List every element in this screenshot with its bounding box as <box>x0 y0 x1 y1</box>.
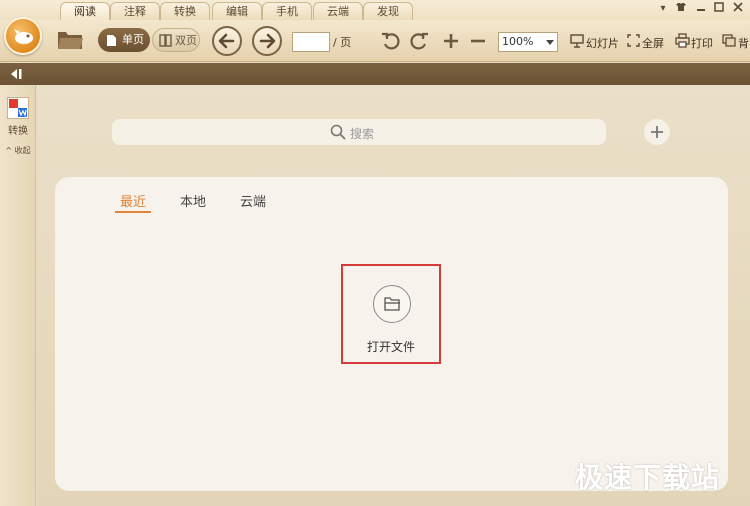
add-button[interactable] <box>644 119 670 145</box>
page-suffix: / 页 <box>333 36 352 49</box>
double-page-icon <box>159 34 172 47</box>
toolbar: 单页 双页 / 页 100% 幻灯片 全屏 打印 背 <box>0 17 750 62</box>
left-sidebar: 转换 ^ 收起 <box>0 85 36 506</box>
app-logo-icon[interactable] <box>4 17 42 55</box>
folder-icon <box>384 297 400 311</box>
forward-arrow-icon <box>259 33 276 49</box>
tab-cloud-files[interactable]: 云端 <box>240 191 266 210</box>
convert-label[interactable]: 转换 <box>0 122 36 137</box>
zoom-out-icon[interactable] <box>469 32 487 53</box>
rotate-left-icon[interactable] <box>381 31 401 54</box>
tab-annotate[interactable]: 注释 <box>110 2 160 20</box>
open-file-button[interactable]: 打开文件 <box>341 264 441 364</box>
menu-icon[interactable]: ▾ <box>656 2 670 16</box>
tab-convert[interactable]: 转换 <box>160 2 210 20</box>
active-tab-underline <box>115 211 151 213</box>
fullscreen-button[interactable]: 全屏 <box>642 35 664 51</box>
folder-open-icon[interactable] <box>56 28 84 55</box>
minimize-icon[interactable] <box>694 2 708 16</box>
search-icon <box>330 124 346 140</box>
tab-local[interactable]: 本地 <box>180 191 206 210</box>
file-panel: 最近 本地 云端 打开文件 <box>55 177 728 491</box>
zoom-value: 100% <box>502 35 534 48</box>
zoom-select[interactable]: 100% <box>498 32 558 52</box>
back-button[interactable] <box>212 26 242 56</box>
back-arrow-icon <box>218 33 235 49</box>
tab-mobile[interactable]: 手机 <box>262 2 312 20</box>
tab-discover[interactable]: 发现 <box>363 2 413 20</box>
add-icon <box>651 126 663 138</box>
fullscreen-icon[interactable] <box>627 34 640 50</box>
convert-icon[interactable] <box>7 97 29 119</box>
tab-cloud[interactable]: 云端 <box>313 2 363 20</box>
maximize-icon[interactable] <box>712 2 726 16</box>
collapse-label: 收起 <box>14 146 31 155</box>
slideshow-icon[interactable] <box>570 34 584 51</box>
background-button[interactable]: 背 <box>738 35 749 51</box>
print-icon[interactable] <box>675 33 690 51</box>
open-file-circle <box>373 285 411 323</box>
single-page-label: 单页 <box>122 33 144 46</box>
sidebar-header-bar <box>0 63 750 85</box>
search-bar[interactable]: 搜索 <box>112 119 606 145</box>
tab-edit[interactable]: 编辑 <box>212 2 262 20</box>
tab-read[interactable]: 阅读 <box>60 2 110 20</box>
rotate-right-icon[interactable] <box>409 31 429 54</box>
double-page-label: 双页 <box>175 34 197 47</box>
collapse-sidebar-icon[interactable] <box>10 68 24 83</box>
single-page-button[interactable]: 单页 <box>98 28 150 52</box>
open-file-label: 打开文件 <box>366 340 415 354</box>
page-number-input[interactable] <box>292 32 330 52</box>
collapse-button[interactable]: ^ 收起 <box>0 145 36 156</box>
watermark: 极速下载站 <box>575 461 721 494</box>
double-page-button[interactable]: 双页 <box>152 28 200 52</box>
main-area: 搜索 最近 本地 云端 打开文件 <box>37 85 750 506</box>
tab-recent[interactable]: 最近 <box>120 191 146 210</box>
chevron-down-icon <box>546 40 554 45</box>
search-placeholder: 搜索 <box>350 127 375 141</box>
forward-button[interactable] <box>252 26 282 56</box>
single-page-icon <box>107 35 116 46</box>
close-icon[interactable] <box>731 2 745 16</box>
slideshow-button[interactable]: 幻灯片 <box>586 35 619 51</box>
skin-icon[interactable] <box>674 2 688 16</box>
print-button[interactable]: 打印 <box>691 35 713 51</box>
zoom-in-icon[interactable] <box>442 32 460 53</box>
background-icon[interactable] <box>722 34 736 50</box>
chevron-up-icon: ^ <box>5 146 13 155</box>
menu-tab-strip: 阅读 注释 转换 编辑 手机 云端 发现 ▾ <box>0 0 750 20</box>
